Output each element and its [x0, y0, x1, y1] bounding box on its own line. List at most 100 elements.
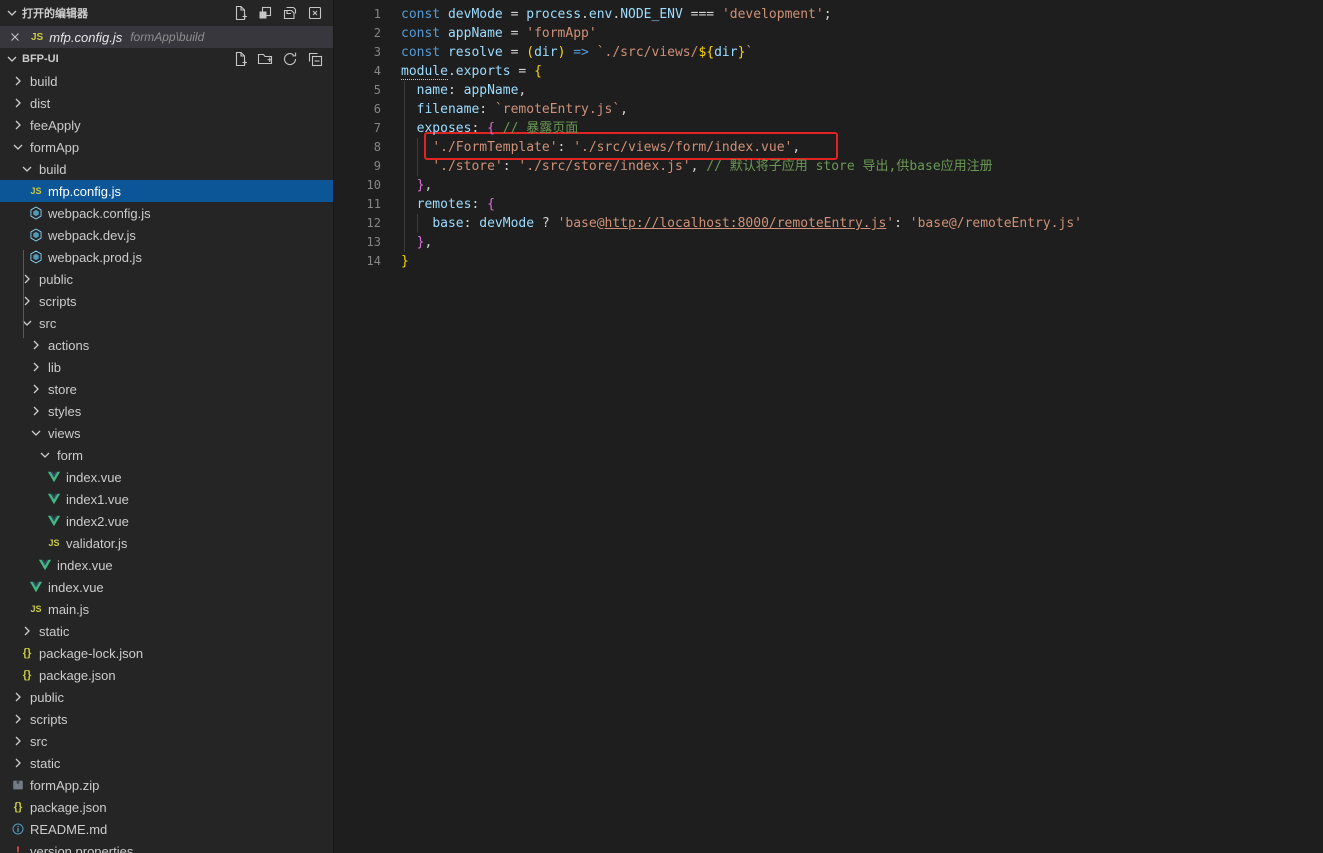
tree-item-version-properties[interactable]: !version.properties	[0, 840, 333, 853]
tree-item-label: public	[39, 272, 73, 287]
tree-item-actions[interactable]: actions	[0, 334, 333, 356]
tree-item-label: index.vue	[48, 580, 104, 595]
tree-item-main-js[interactable]: JSmain.js	[0, 598, 333, 620]
tree-item-static[interactable]: static	[0, 752, 333, 774]
code-line-4[interactable]: 4module.exports = {	[335, 62, 1323, 81]
refresh-icon[interactable]	[282, 51, 298, 67]
tree-item-scripts[interactable]: scripts	[0, 290, 333, 312]
close-all-editors-icon[interactable]	[307, 5, 323, 21]
tree-item-scripts[interactable]: scripts	[0, 708, 333, 730]
tree-item-feeapply[interactable]: feeApply	[0, 114, 333, 136]
tree-item-mfp-config-js[interactable]: JSmfp.config.js	[0, 180, 333, 202]
code-token: ${	[698, 45, 714, 60]
code-line-1[interactable]: 1const devMode = process.env.NODE_ENV ==…	[335, 5, 1323, 24]
code-token	[401, 102, 417, 117]
code-line-2[interactable]: 2const appName = 'formApp'	[335, 24, 1323, 43]
tree-item-build[interactable]: build	[0, 158, 333, 180]
code-line-13[interactable]: 13 },	[335, 233, 1323, 252]
code-line-12[interactable]: 12 base: devMode ? 'base@http://localhos…	[335, 214, 1323, 233]
tree-item-index-vue[interactable]: index.vue	[0, 466, 333, 488]
code-token: process	[526, 7, 581, 22]
new-folder-icon[interactable]	[257, 51, 273, 67]
code-token: :	[503, 159, 519, 174]
workspace-header[interactable]: BFP-UI	[0, 48, 333, 70]
code-line-14[interactable]: 14}	[335, 252, 1323, 271]
tree-item-form[interactable]: form	[0, 444, 333, 466]
code-token: `remoteEntry.js`	[495, 102, 620, 117]
chevron-right-icon	[10, 733, 26, 749]
code-line-8[interactable]: 8 './FormTemplate': './src/views/form/in…	[335, 138, 1323, 157]
tree-item-label: public	[30, 690, 64, 705]
code-line-9[interactable]: 9 './store': './src/store/index.js', // …	[335, 157, 1323, 176]
vue-file-icon	[46, 491, 62, 507]
tree-item-static[interactable]: static	[0, 620, 333, 642]
line-number: 4	[335, 62, 381, 81]
code-token: 'base@/remoteEntry.js'	[910, 216, 1082, 231]
code-line-10[interactable]: 10 },	[335, 176, 1323, 195]
collapse-all-icon[interactable]	[307, 51, 323, 67]
close-icon[interactable]	[7, 29, 23, 45]
line-number: 9	[335, 157, 381, 176]
tree-item-views[interactable]: views	[0, 422, 333, 444]
code-line-5[interactable]: 5 name: appName,	[335, 81, 1323, 100]
tree-item-formapp[interactable]: formApp	[0, 136, 333, 158]
json-file-icon: {}	[10, 799, 26, 815]
code-line-7[interactable]: 7 exposes: { // 暴露页面	[335, 119, 1323, 138]
tree-item-label: scripts	[39, 294, 77, 309]
chevron-right-icon	[28, 359, 44, 375]
tree-item-dist[interactable]: dist	[0, 92, 333, 114]
code-editor[interactable]: 1const devMode = process.env.NODE_ENV ==…	[335, 0, 1323, 271]
tree-item-public[interactable]: public	[0, 268, 333, 290]
tree-item-package-lock-json[interactable]: {}package-lock.json	[0, 642, 333, 664]
tree-item-label: src	[30, 734, 47, 749]
tree-item-store[interactable]: store	[0, 378, 333, 400]
editor-layout-icon[interactable]	[257, 5, 273, 21]
tree-item-webpack-config-js[interactable]: webpack.config.js	[0, 202, 333, 224]
line-number: 3	[335, 43, 381, 62]
tree-item-package-json[interactable]: {}package.json	[0, 796, 333, 818]
code-line-3[interactable]: 3const resolve = (dir) => `./src/views/$…	[335, 43, 1323, 62]
tree-item-src[interactable]: src	[0, 730, 333, 752]
code-token: =	[511, 64, 534, 79]
new-file-icon[interactable]	[232, 5, 248, 21]
editor-pane[interactable]: 1const devMode = process.env.NODE_ENV ==…	[335, 0, 1323, 853]
tree-item-build[interactable]: build	[0, 70, 333, 92]
code-token: :	[558, 140, 574, 155]
code-token: `./src/views/	[597, 45, 699, 60]
tree-item-index1-vue[interactable]: index1.vue	[0, 488, 333, 510]
code-line-6[interactable]: 6 filename: `remoteEntry.js`,	[335, 100, 1323, 119]
json-file-icon: {}	[19, 645, 35, 661]
code-token	[589, 45, 597, 60]
tree-item-formapp-zip[interactable]: formApp.zip	[0, 774, 333, 796]
tree-item-src[interactable]: src	[0, 312, 333, 334]
line-number: 11	[335, 195, 381, 214]
open-editor-path: formApp\build	[130, 30, 204, 44]
tree-item-label: index.vue	[57, 558, 113, 573]
tree-item-readme-md[interactable]: README.md	[0, 818, 333, 840]
code-line-11[interactable]: 11 remotes: {	[335, 195, 1323, 214]
js-file-icon: JS	[31, 32, 43, 43]
tree-item-index-vue[interactable]: index.vue	[0, 554, 333, 576]
tree-item-index2-vue[interactable]: index2.vue	[0, 510, 333, 532]
zip-file-icon	[10, 777, 26, 793]
code-link: http://localhost:8000/remoteEntry.js	[605, 216, 887, 231]
new-file-icon[interactable]	[232, 51, 248, 67]
open-editor-entry[interactable]: JS mfp.config.js formApp\build	[0, 26, 333, 48]
tree-item-webpack-dev-js[interactable]: webpack.dev.js	[0, 224, 333, 246]
tree-item-public[interactable]: public	[0, 686, 333, 708]
chevron-down-icon	[10, 139, 26, 155]
open-editors-header[interactable]: 打开的编辑器	[0, 0, 333, 26]
save-all-icon[interactable]	[282, 5, 298, 21]
tree-item-index-vue[interactable]: index.vue	[0, 576, 333, 598]
code-token: ,	[792, 140, 800, 155]
chevron-right-icon	[10, 755, 26, 771]
tree-item-package-json[interactable]: {}package.json	[0, 664, 333, 686]
line-number: 6	[335, 100, 381, 119]
tree-item-styles[interactable]: styles	[0, 400, 333, 422]
code-token: 'formApp'	[526, 26, 596, 41]
tree-item-webpack-prod-js[interactable]: webpack.prod.js	[0, 246, 333, 268]
tree-item-label: mfp.config.js	[48, 184, 121, 199]
tree-item-validator-js[interactable]: JSvalidator.js	[0, 532, 333, 554]
tree-item-lib[interactable]: lib	[0, 356, 333, 378]
code-token: appName	[464, 83, 519, 98]
